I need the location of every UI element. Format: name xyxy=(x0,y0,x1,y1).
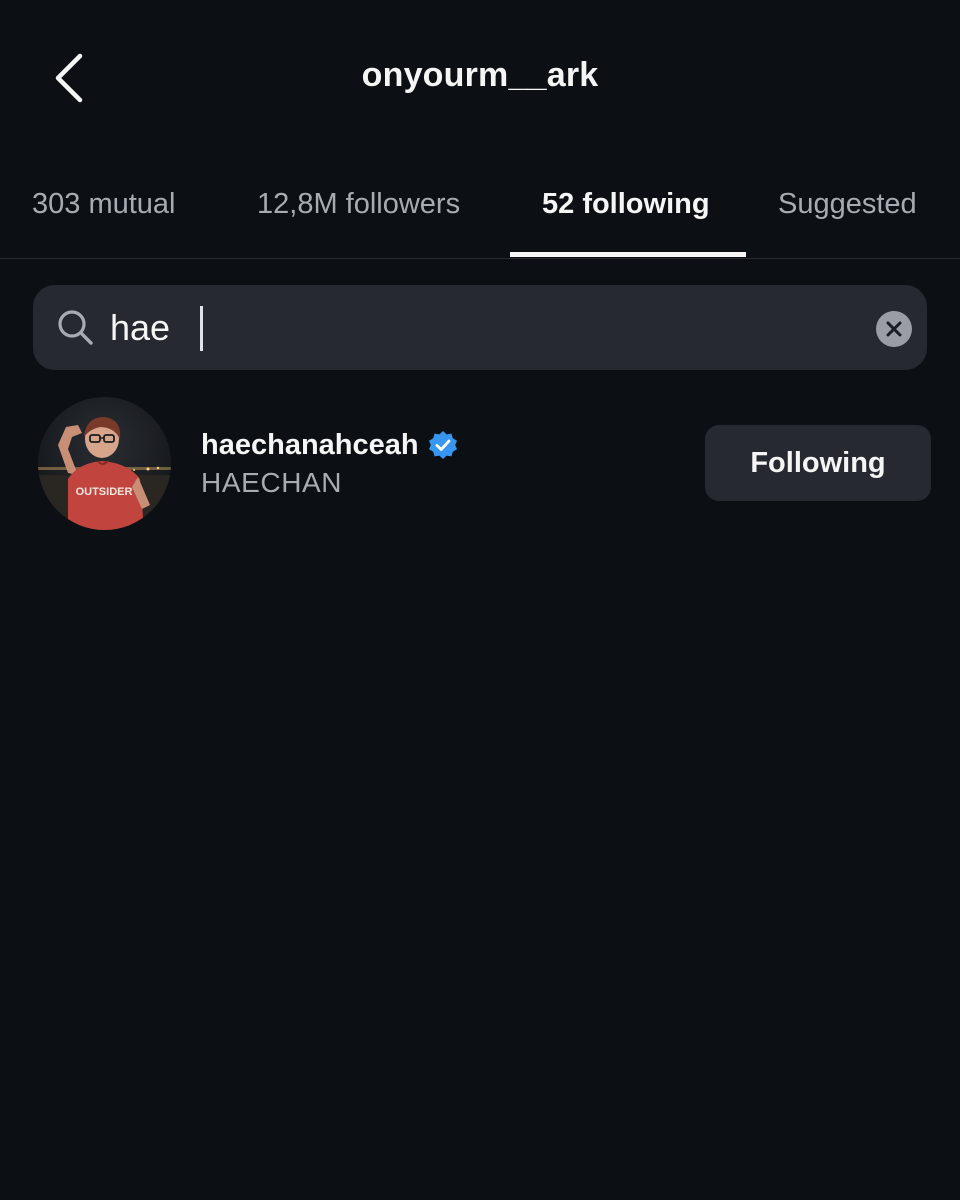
tab-followers[interactable]: 12,8M followers xyxy=(257,188,460,221)
clear-icon xyxy=(886,321,902,337)
avatar[interactable]: OUTSIDER xyxy=(38,397,171,530)
list-item[interactable]: OUTSIDER haechanahceah HAECHAN Following xyxy=(0,395,960,533)
avatar-photo: OUTSIDER xyxy=(38,397,171,530)
username: haechanahceah xyxy=(201,428,419,461)
text-cursor xyxy=(200,306,203,351)
avatar-shirt-text: OUTSIDER xyxy=(76,486,133,498)
verified-badge-icon xyxy=(428,431,457,459)
username-line[interactable]: haechanahceah xyxy=(201,425,458,465)
following-button[interactable]: Following xyxy=(705,425,931,501)
top-bar: onyourm__ark xyxy=(0,0,960,150)
search-icon xyxy=(58,310,93,345)
full-name: HAECHAN xyxy=(201,467,343,498)
tab-bar: 303 mutual 12,8M followers 52 following … xyxy=(0,150,960,259)
tab-suggested[interactable]: Suggested xyxy=(778,188,917,221)
search-input[interactable] xyxy=(110,299,850,357)
tab-following[interactable]: 52 following xyxy=(542,188,710,221)
active-tab-indicator xyxy=(510,252,746,257)
page-title: onyourm__ark xyxy=(361,56,599,94)
clear-search-button[interactable] xyxy=(876,311,912,347)
search-bar xyxy=(33,285,927,370)
tab-mutual[interactable]: 303 mutual xyxy=(32,188,176,221)
